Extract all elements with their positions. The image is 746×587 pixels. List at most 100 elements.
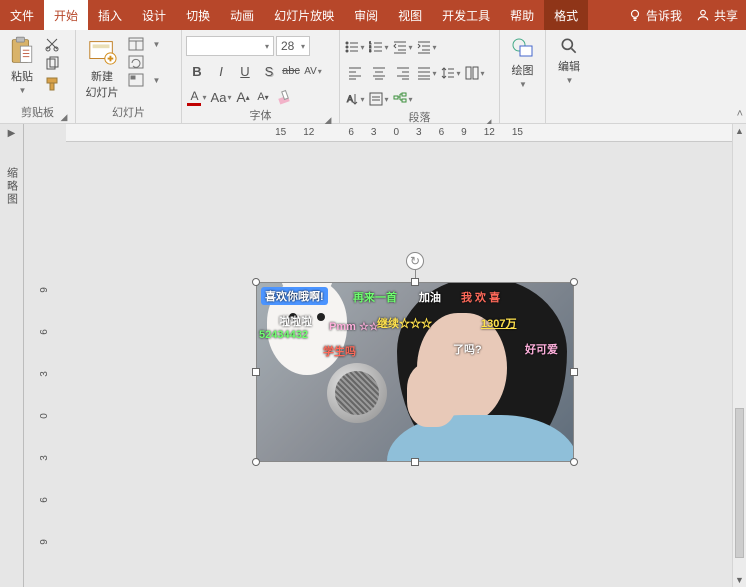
resize-handle-tr[interactable] — [570, 278, 578, 286]
shapes-icon — [511, 36, 535, 60]
underline-button[interactable]: U — [234, 60, 256, 82]
bold-button[interactable]: B — [186, 60, 208, 82]
tab-file[interactable]: 文件 — [0, 0, 44, 30]
align-right-button[interactable] — [392, 62, 414, 84]
bulb-icon — [628, 8, 642, 22]
scroll-thumb[interactable] — [735, 408, 744, 558]
strike-button[interactable]: S — [258, 60, 280, 82]
editing-button[interactable]: 编辑 ▼ — [551, 36, 587, 85]
new-slide-button[interactable]: 新建 幻灯片 — [80, 36, 124, 100]
layout-dropdown[interactable]: ▼ — [148, 36, 164, 52]
cut-button[interactable] — [44, 36, 60, 52]
vertical-scrollbar[interactable]: ▲ ▼ — [732, 124, 746, 587]
tab-insert[interactable]: 插入 — [88, 0, 132, 30]
columns-button[interactable]: ▾ — [464, 62, 486, 84]
text-shadow-button[interactable]: abc — [282, 60, 300, 82]
tab-review[interactable]: 审阅 — [344, 0, 388, 30]
reset-slide-extra[interactable] — [148, 54, 164, 70]
workspace: ▶ 缩略图 15126303691215 9 6 3 0 3 6 9 ↻ — [0, 124, 732, 587]
line-spacing-button[interactable]: ▾ — [440, 62, 462, 84]
numbering-button[interactable]: 123▾ — [368, 36, 390, 58]
group-editing: 编辑 ▼ — [546, 30, 592, 123]
paragraph-dialog-launcher[interactable]: ◢ — [483, 114, 493, 124]
resize-handle-b[interactable] — [411, 458, 419, 466]
vertical-ruler: 9 6 3 0 3 6 9 — [24, 142, 66, 587]
danmaku-text: 喜欢你哦啊! — [261, 287, 328, 305]
danmaku-text: Pmm ☆☆ — [329, 320, 379, 333]
tell-me-label: 告诉我 — [646, 7, 682, 24]
share-label: 共享 — [714, 7, 738, 24]
section-dropdown[interactable]: ▼ — [148, 72, 164, 88]
char-spacing-button[interactable]: AV▾ — [302, 60, 324, 82]
indent-increase-button[interactable]: ▾ — [416, 36, 438, 58]
font-size-combo[interactable]: 28▾ — [276, 36, 310, 56]
group-slides: 新建 幻灯片 ▼ ▼ 幻灯片 — [76, 30, 182, 123]
tell-me-search[interactable]: 告诉我 — [628, 7, 682, 24]
tab-animations[interactable]: 动画 — [220, 0, 264, 30]
grow-font-button[interactable]: A▴ — [234, 86, 252, 108]
font-name-combo[interactable]: ▾ — [186, 36, 274, 56]
tab-slideshow[interactable]: 幻灯片放映 — [264, 0, 344, 30]
resize-handle-r[interactable] — [570, 368, 578, 376]
tab-help[interactable]: 帮助 — [500, 0, 544, 30]
rotate-handle[interactable]: ↻ — [406, 252, 424, 270]
section-button[interactable] — [128, 72, 144, 88]
danmaku-text: 1307万 — [481, 315, 516, 331]
tab-transitions[interactable]: 切换 — [176, 0, 220, 30]
resize-handle-br[interactable] — [570, 458, 578, 466]
ribbon: 粘贴 ▼ 剪贴板◢ 新建 幻灯片 ▼ ▼ — [0, 30, 746, 124]
align-left-button[interactable] — [344, 62, 366, 84]
collapse-ribbon-button[interactable]: ˄ — [737, 108, 743, 120]
copy-button[interactable] — [44, 56, 60, 72]
tab-view[interactable]: 视图 — [388, 0, 432, 30]
layout-button[interactable] — [128, 36, 144, 52]
smartart-button[interactable]: ▾ — [392, 88, 414, 110]
text-direction-button[interactable]: A▾ — [344, 88, 366, 110]
danmaku-text: 了吗? — [453, 341, 482, 357]
tab-developer[interactable]: 开发工具 — [432, 0, 500, 30]
clear-format-button[interactable] — [274, 86, 296, 108]
format-painter-button[interactable] — [44, 76, 60, 92]
bullets-button[interactable]: ▾ — [344, 36, 366, 58]
slide-canvas[interactable]: 15126303691215 9 6 3 0 3 6 9 ↻ 喜 — [24, 124, 732, 587]
font-color-button[interactable]: A▾ — [186, 86, 208, 108]
danmaku-text: 好可爱 — [525, 341, 558, 357]
scroll-track[interactable] — [733, 138, 746, 573]
resize-handle-l[interactable] — [252, 368, 260, 376]
slides-group-label: 幻灯片 — [112, 107, 145, 119]
share-button[interactable]: 共享 — [696, 7, 738, 24]
paste-button[interactable]: 粘贴 ▼ — [4, 36, 40, 95]
expand-pane-button[interactable]: ▶ — [8, 124, 16, 143]
search-icon — [559, 36, 579, 56]
tab-format[interactable]: 格式 — [544, 0, 588, 30]
danmaku-text: 啦啦啦 — [279, 313, 312, 329]
tab-design[interactable]: 设计 — [132, 0, 176, 30]
change-case-button[interactable]: Aa▾ — [210, 86, 232, 108]
selected-picture[interactable]: ↻ 喜欢你哦啊! 再来一首 加油 我 欢 喜 啦啦啦 Pmm ☆☆ 继续☆☆☆ … — [256, 282, 574, 462]
align-justify-button[interactable]: ▾ — [416, 62, 438, 84]
scroll-up-button[interactable]: ▲ — [733, 124, 746, 138]
group-paragraph: ▾ 123▾ ▾ ▾ ▾ ▾ ▾ A▾ ▾ ▾ 段落◢ — [340, 30, 500, 123]
italic-button[interactable]: I — [210, 60, 232, 82]
resize-handle-bl[interactable] — [252, 458, 260, 466]
scroll-down-button[interactable]: ▼ — [733, 573, 746, 587]
paste-label: 粘贴 — [11, 68, 33, 84]
group-font: ▾ 28▾ B I U S abc AV▾ A▾ Aa▾ A▴ A▾ 字体◢ — [182, 30, 340, 123]
resize-handle-t[interactable] — [411, 278, 419, 286]
title-bar: 文件 开始 插入 设计 切换 动画 幻灯片放映 审阅 视图 开发工具 帮助 格式… — [0, 0, 746, 30]
chevron-down-icon: ▼ — [19, 86, 27, 95]
resize-handle-tl[interactable] — [252, 278, 260, 286]
font-dialog-launcher[interactable]: ◢ — [323, 112, 333, 122]
align-text-button[interactable]: ▾ — [368, 88, 390, 110]
tab-home[interactable]: 开始 — [44, 0, 88, 30]
clipboard-dialog-launcher[interactable]: ◢ — [59, 109, 69, 119]
thumbnails-pane[interactable]: ▶ 缩略图 — [0, 124, 24, 587]
reset-slide-button[interactable] — [128, 54, 144, 70]
drawing-button[interactable]: 绘图 ▼ — [505, 36, 541, 89]
align-center-button[interactable] — [368, 62, 390, 84]
new-slide-label: 新建 幻灯片 — [86, 68, 119, 100]
indent-decrease-button[interactable]: ▾ — [392, 36, 414, 58]
person-icon — [696, 8, 710, 22]
picture-content: 喜欢你哦啊! 再来一首 加油 我 欢 喜 啦啦啦 Pmm ☆☆ 继续☆☆☆ 13… — [256, 282, 574, 462]
shrink-font-button[interactable]: A▾ — [254, 86, 272, 108]
